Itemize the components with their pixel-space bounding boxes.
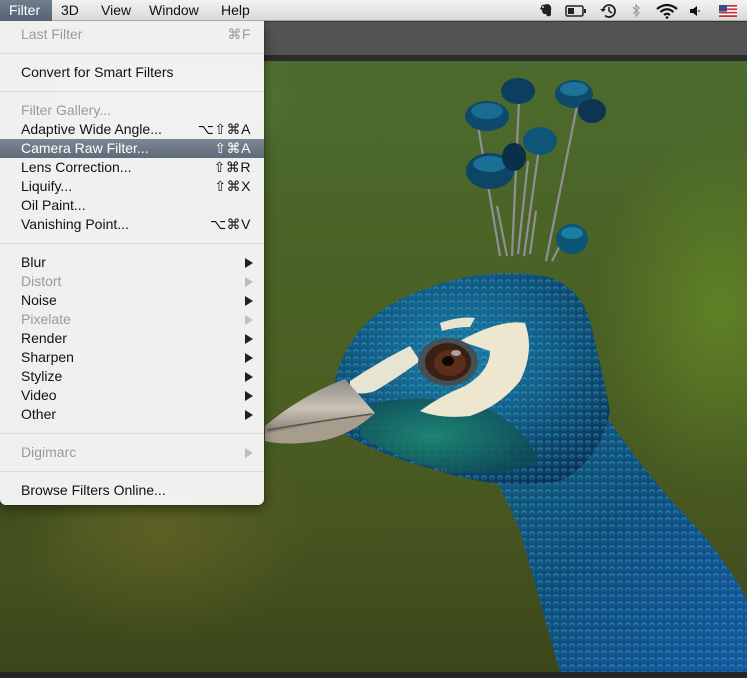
menu-item-label: Lens Correction...	[21, 159, 132, 175]
time-machine-icon[interactable]	[597, 0, 619, 21]
menu-item-label: Render	[21, 330, 67, 346]
menu-view[interactable]: View	[92, 0, 142, 21]
menu-separator	[0, 91, 264, 92]
menu-item-label: Stylize	[21, 368, 63, 384]
menu-item-shortcut: ⌥⇧⌘A	[197, 121, 251, 137]
menu-item-label: Liquify...	[21, 178, 73, 194]
menu-item-blur[interactable]: Blur	[0, 253, 264, 272]
menu-item-label: Convert for Smart Filters	[21, 64, 174, 80]
menu-item-label: Last Filter	[21, 26, 83, 42]
submenu-arrow-icon	[245, 277, 253, 287]
menu-item-camera-raw-filter[interactable]: Camera Raw Filter... ⇧⌘A	[0, 139, 264, 158]
us-flag-input-icon[interactable]	[717, 0, 739, 21]
menu-item-convert-smart-filters[interactable]: Convert for Smart Filters	[0, 63, 264, 82]
menu-filter[interactable]: Filter	[0, 0, 52, 21]
menu-item-shortcut: ⌘F	[227, 26, 251, 42]
menu-item-oil-paint[interactable]: Oil Paint...	[0, 196, 264, 215]
submenu-arrow-icon	[245, 315, 253, 325]
menu-item-other[interactable]: Other	[0, 405, 264, 424]
menu-window[interactable]: Window	[140, 0, 215, 21]
volume-icon[interactable]	[686, 0, 704, 21]
submenu-arrow-icon	[245, 391, 253, 401]
menu-item-label: Digimarc	[21, 444, 77, 460]
menu-item-sharpen[interactable]: Sharpen	[0, 348, 264, 367]
menu-item-label: Oil Paint...	[21, 197, 86, 213]
menu-item-digimarc[interactable]: Digimarc	[0, 443, 264, 462]
menu-item-label: Pixelate	[21, 311, 71, 327]
menu-item-shortcut: ⇧⌘A	[214, 140, 251, 156]
menu-item-shortcut: ⇧⌘R	[213, 159, 251, 175]
evernote-elephant-icon[interactable]	[537, 0, 555, 21]
submenu-arrow-icon	[245, 353, 253, 363]
battery-icon[interactable]	[563, 0, 589, 21]
menu-item-noise[interactable]: Noise	[0, 291, 264, 310]
menu-separator	[0, 433, 264, 434]
menu-item-last-filter[interactable]: Last Filter ⌘F	[0, 25, 264, 44]
menu-item-video[interactable]: Video	[0, 386, 264, 405]
wifi-icon[interactable]	[654, 0, 680, 21]
menu-help[interactable]: Help	[212, 0, 264, 21]
menu-item-label: Sharpen	[21, 349, 74, 365]
menu-item-label: Browse Filters Online...	[21, 482, 166, 498]
submenu-arrow-icon	[245, 410, 253, 420]
bluetooth-icon[interactable]	[628, 0, 644, 21]
menu-item-label: Camera Raw Filter...	[21, 140, 149, 156]
menu-3d[interactable]: 3D	[52, 0, 92, 21]
menu-item-shortcut: ⌥⌘V	[210, 216, 251, 232]
submenu-arrow-icon	[245, 372, 253, 382]
menu-item-pixelate[interactable]: Pixelate	[0, 310, 264, 329]
submenu-arrow-icon	[245, 296, 253, 306]
menu-item-label: Distort	[21, 273, 62, 289]
menu-item-label: Video	[21, 387, 57, 403]
menu-separator	[0, 471, 264, 472]
menu-item-adaptive-wide-angle[interactable]: Adaptive Wide Angle... ⌥⇧⌘A	[0, 120, 264, 139]
menu-item-vanishing-point[interactable]: Vanishing Point... ⌥⌘V	[0, 215, 264, 234]
menu-separator	[0, 243, 264, 244]
menu-item-label: Vanishing Point...	[21, 216, 129, 232]
filter-menu-dropdown: Last Filter ⌘F Convert for Smart Filters…	[0, 21, 264, 505]
menu-item-label: Blur	[21, 254, 46, 270]
menu-item-filter-gallery[interactable]: Filter Gallery...	[0, 101, 264, 120]
menu-item-label: Filter Gallery...	[21, 102, 111, 118]
menubar: Filter 3D View Window Help	[0, 0, 747, 21]
submenu-arrow-icon	[245, 448, 253, 458]
menu-item-shortcut: ⇧⌘X	[214, 178, 251, 194]
submenu-arrow-icon	[245, 334, 253, 344]
menu-item-label: Adaptive Wide Angle...	[21, 121, 162, 137]
menu-item-label: Noise	[21, 292, 57, 308]
menu-item-lens-correction[interactable]: Lens Correction... ⇧⌘R	[0, 158, 264, 177]
submenu-arrow-icon	[245, 258, 253, 268]
menu-item-label: Other	[21, 406, 57, 422]
menu-item-browse-filters-online[interactable]: Browse Filters Online...	[0, 481, 264, 500]
menu-item-stylize[interactable]: Stylize	[0, 367, 264, 386]
menu-item-liquify[interactable]: Liquify... ⇧⌘X	[0, 177, 264, 196]
menu-separator	[0, 53, 264, 54]
menu-item-render[interactable]: Render	[0, 329, 264, 348]
menu-item-distort[interactable]: Distort	[0, 272, 264, 291]
document-status-bar	[0, 672, 747, 678]
